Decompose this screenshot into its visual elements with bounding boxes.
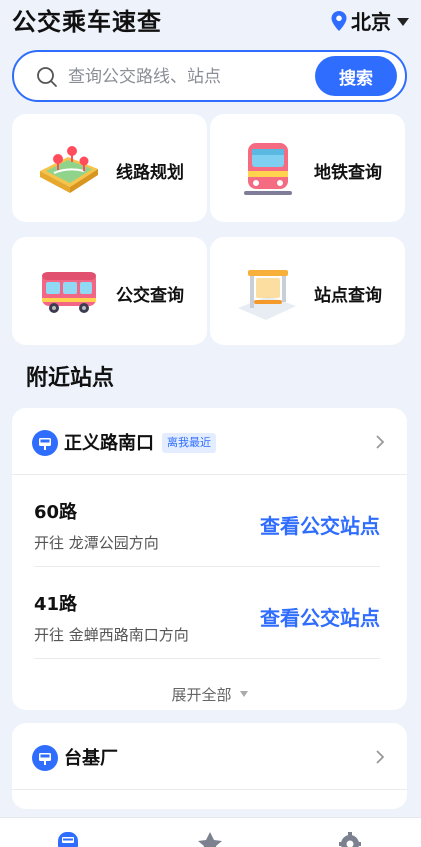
chevron-right-icon xyxy=(376,435,385,449)
location-pin-icon xyxy=(331,10,347,31)
bottom-nav xyxy=(0,817,421,847)
expand-all-button[interactable]: 展开全部 xyxy=(12,674,407,710)
expand-label: 展开全部 xyxy=(171,685,232,704)
map-illustration-icon xyxy=(40,146,98,193)
route-row: 60路 开往 龙潭公园方向 查看公交站点 xyxy=(34,478,380,568)
stop-card: 台基厂 xyxy=(12,723,407,809)
route-planning-card[interactable]: 线路规划 xyxy=(12,114,207,222)
bus-icon xyxy=(42,272,96,313)
divider xyxy=(12,789,407,790)
star-icon[interactable] xyxy=(195,830,225,847)
nearest-badge: 离我最近 xyxy=(162,433,216,453)
search-button[interactable]: 搜索 xyxy=(315,56,397,96)
divider xyxy=(34,658,380,659)
search-bar: 搜索 xyxy=(12,50,407,102)
search-input[interactable] xyxy=(68,62,308,92)
view-stops-link[interactable]: 查看公交站点 xyxy=(260,510,380,539)
route-direction: 开往 龙潭公园方向 xyxy=(34,534,159,552)
feature-label: 公交查询 xyxy=(116,286,184,306)
feature-label: 线路规划 xyxy=(116,163,184,183)
search-icon xyxy=(37,67,57,87)
app-screen: 公交乘车速查 北京 搜索 线路规划 xyxy=(0,0,421,847)
city-name: 北京 xyxy=(351,10,391,34)
chevron-right-icon xyxy=(376,750,385,764)
bus-stop-icon xyxy=(238,270,296,320)
route-row: 41路 开往 金蝉西路南口方向 查看公交站点 xyxy=(34,570,380,660)
route-name: 60路 xyxy=(34,502,78,523)
route-direction: 开往 金蝉西路南口方向 xyxy=(34,626,189,644)
divider xyxy=(34,566,380,567)
stop-query-card[interactable]: 站点查询 xyxy=(210,237,405,345)
bus-stop-badge-icon xyxy=(32,745,58,771)
stop-header[interactable]: 台基厂 xyxy=(12,723,407,791)
stop-card: 正义路南口 离我最近 60路 开往 龙潭公园方向 查看公交站点 41路 开往 金… xyxy=(12,408,407,710)
header: 公交乘车速查 北京 xyxy=(0,0,421,40)
feature-label: 站点查询 xyxy=(314,286,382,306)
route-name: 41路 xyxy=(34,594,78,615)
view-stops-link[interactable]: 查看公交站点 xyxy=(260,602,380,631)
bus-query-card[interactable]: 公交查询 xyxy=(12,237,207,345)
app-title: 公交乘车速查 xyxy=(12,8,162,36)
subway-query-card[interactable]: 地铁查询 xyxy=(210,114,405,222)
city-selector[interactable]: 北京 xyxy=(331,6,409,35)
feature-label: 地铁查询 xyxy=(314,163,382,183)
gear-icon[interactable] xyxy=(335,830,365,847)
bus-home-icon[interactable] xyxy=(53,830,83,847)
nearby-section-title: 附近站点 xyxy=(26,366,115,391)
stop-header[interactable]: 正义路南口 离我最近 xyxy=(12,408,407,476)
subway-train-icon xyxy=(244,143,292,195)
stop-name: 正义路南口 xyxy=(64,433,154,454)
divider xyxy=(12,474,407,475)
stop-name: 台基厂 xyxy=(64,748,118,769)
bus-stop-badge-icon xyxy=(32,430,58,456)
expand-caret-icon xyxy=(239,691,248,697)
dropdown-caret-icon xyxy=(397,17,409,26)
